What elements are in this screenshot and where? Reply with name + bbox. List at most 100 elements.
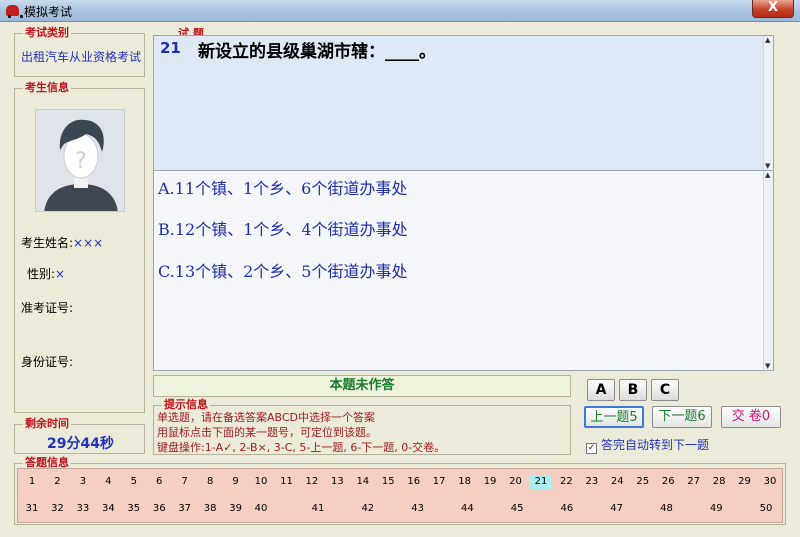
question-number-cell-50[interactable]: 50	[755, 502, 777, 516]
id-number-label: 身份证号:	[21, 355, 74, 369]
auto-advance-label: 答完自动转到下一题	[601, 438, 710, 452]
window-title: 模拟考试	[24, 5, 73, 19]
checkbox-checked-icon[interactable]: ✓	[586, 443, 597, 454]
submit-exam-button[interactable]: 交 卷0	[721, 406, 781, 428]
answer-b-button[interactable]: B	[619, 379, 647, 401]
previous-question-button[interactable]: 上一题5	[584, 406, 644, 428]
student-gender-label: 性别:	[27, 267, 56, 281]
question-number-cell-2[interactable]: 2	[46, 475, 68, 489]
question-number-cell-26[interactable]: 26	[657, 475, 679, 489]
hint-line: 单选题，请在备选答案ABCD中选择一个答案	[157, 411, 376, 424]
car-icon	[6, 5, 23, 18]
question-number-cell-17[interactable]: 17	[428, 475, 450, 489]
question-number-cell-37[interactable]: 37	[174, 502, 196, 516]
options-panel: A.11个镇、1个乡、6个街道办事处 B.12个镇、1个乡、4个街道办事处 C.…	[153, 171, 774, 371]
question-number-cell-25[interactable]: 25	[632, 475, 654, 489]
question-number-cell-30[interactable]: 30	[759, 475, 781, 489]
hint-line: 用鼠标点击下面的某一题号，可定位到该题。	[157, 426, 377, 439]
answer-status: 本题未作答	[153, 375, 571, 397]
answer-a-button[interactable]: A	[587, 379, 615, 401]
question-number-cell-4[interactable]: 4	[97, 475, 119, 489]
question-number-cell-6[interactable]: 6	[148, 475, 170, 489]
avatar: ?	[35, 109, 125, 212]
question-number-cell-44[interactable]: 44	[456, 502, 478, 516]
question-number-cell-1[interactable]: 1	[21, 475, 43, 489]
remaining-time-group: 剩余时间 29分44秒	[14, 417, 145, 454]
question-number-cell-39[interactable]: 39	[225, 502, 247, 516]
question-number-cell-33[interactable]: 33	[72, 502, 94, 516]
question-number-cell-11[interactable]: 11	[275, 475, 297, 489]
remaining-time-value: 29分44秒	[47, 436, 114, 452]
student-gender-row: 性别:×	[27, 265, 65, 282]
question-number-cell-16[interactable]: 16	[403, 475, 425, 489]
exam-type-value: 出租汽车从业资格考试	[21, 50, 142, 64]
question-number-cell-3[interactable]: 3	[72, 475, 94, 489]
question-number-cell-29[interactable]: 29	[734, 475, 756, 489]
auto-advance-checkbox[interactable]: ✓ 答完自动转到下一题	[586, 436, 709, 454]
hint-line: 键盘操作:1-A✓, 2-B×, 3-C, 5-上一题, 6-下一题, 0-交卷…	[157, 441, 446, 454]
question-number-cell-9[interactable]: 9	[225, 475, 247, 489]
question-number-cell-21[interactable]: 21	[529, 475, 552, 489]
question-number-cell-49[interactable]: 49	[705, 502, 727, 516]
scroll-down-icon[interactable]: ▼	[765, 162, 770, 170]
title-bar: 模拟考试 X	[0, 0, 800, 22]
question-number-cell-23[interactable]: 23	[581, 475, 603, 489]
question-number-cell-41[interactable]: 41	[307, 502, 329, 516]
option-b[interactable]: B.12个镇、1个乡、4个街道办事处	[158, 216, 408, 240]
option-a[interactable]: A.11个镇、1个乡、6个街道办事处	[158, 175, 407, 199]
scroll-up-icon[interactable]: ▲	[765, 171, 770, 179]
scroll-up-icon[interactable]: ▲	[765, 36, 770, 44]
question-number-cell-20[interactable]: 20	[505, 475, 527, 489]
student-gender-value: ×	[55, 267, 66, 281]
svg-text:?: ?	[75, 149, 87, 174]
question-number-cell-13[interactable]: 13	[326, 475, 348, 489]
answer-c-button[interactable]: C	[651, 379, 679, 401]
question-number-cell-47[interactable]: 47	[606, 502, 628, 516]
question-number-cell-24[interactable]: 24	[606, 475, 628, 489]
option-c[interactable]: C.13个镇、2个乡、5个街道办事处	[158, 258, 407, 282]
question-number-cell-14[interactable]: 14	[352, 475, 374, 489]
question-number-cell-40[interactable]: 40	[250, 502, 272, 516]
question-number-cell-45[interactable]: 45	[506, 502, 528, 516]
question-number-cell-31[interactable]: 31	[21, 502, 43, 516]
question-number-cell-19[interactable]: 19	[479, 475, 501, 489]
scroll-down-icon[interactable]: ▼	[765, 362, 770, 370]
answer-sheet-group: 答题信息 1 2 3 4 5 6 7 8 9 10 11 12 13 14 15 16 17 18 19 20 21 22…	[14, 456, 786, 525]
question-number-cell-32[interactable]: 32	[46, 502, 68, 516]
question-number-cell-35[interactable]: 35	[123, 502, 145, 516]
question-number-cell-43[interactable]: 43	[407, 502, 429, 516]
question-number-cell-22[interactable]: 22	[555, 475, 577, 489]
student-info-label: 考生信息	[23, 81, 71, 95]
question-number-cell-18[interactable]: 18	[454, 475, 476, 489]
student-info-group: 考生信息 ? 考生姓名:××× 性别:× 准考证号: 身份证号:	[14, 81, 145, 413]
question-number-cell-48[interactable]: 48	[655, 502, 677, 516]
question-number-cell-46[interactable]: 46	[556, 502, 578, 516]
exam-type-label: 考试类别	[23, 26, 71, 40]
close-button[interactable]: X	[752, 0, 794, 18]
question-number-cell-27[interactable]: 27	[683, 475, 705, 489]
question-scrollbar[interactable]: ▲ ▼	[763, 36, 773, 170]
question-number-cell-10[interactable]: 10	[250, 475, 272, 489]
question-number-cell-15[interactable]: 15	[377, 475, 399, 489]
question-number-cell-5[interactable]: 5	[123, 475, 145, 489]
answer-sheet-grid: 1 2 3 4 5 6 7 8 9 10 11 12 13 14 15 16 17 18 19 20 21 22 23 24 2…	[17, 468, 783, 523]
question-number-cell-42[interactable]: 42	[357, 502, 379, 516]
student-name-value: ×××	[73, 236, 104, 250]
question-number: 21	[160, 39, 181, 57]
admission-number-label: 准考证号:	[21, 301, 74, 315]
question-text: 新设立的县级巢湖市辖：____。	[198, 42, 436, 62]
next-question-button[interactable]: 下一题6	[652, 406, 712, 428]
question-number-cell-12[interactable]: 12	[301, 475, 323, 489]
remaining-time-label: 剩余时间	[23, 417, 71, 431]
person-silhouette-icon: ?	[44, 119, 118, 211]
exam-type-group: 考试类别 出租汽车从业资格考试	[14, 26, 145, 77]
question-number-cell-38[interactable]: 38	[199, 502, 221, 516]
question-panel: 21 新设立的县级巢湖市辖：____。 ▲ ▼	[153, 35, 774, 171]
question-number-cell-8[interactable]: 8	[199, 475, 221, 489]
question-number-cell-34[interactable]: 34	[97, 502, 119, 516]
question-number-cell-28[interactable]: 28	[708, 475, 730, 489]
question-number-cell-36[interactable]: 36	[148, 502, 170, 516]
question-number-cell-7[interactable]: 7	[174, 475, 196, 489]
hints-group: 提示信息 单选题，请在备选答案ABCD中选择一个答案 用鼠标点击下面的某一题号，…	[153, 398, 571, 455]
options-scrollbar[interactable]: ▲ ▼	[763, 171, 773, 370]
